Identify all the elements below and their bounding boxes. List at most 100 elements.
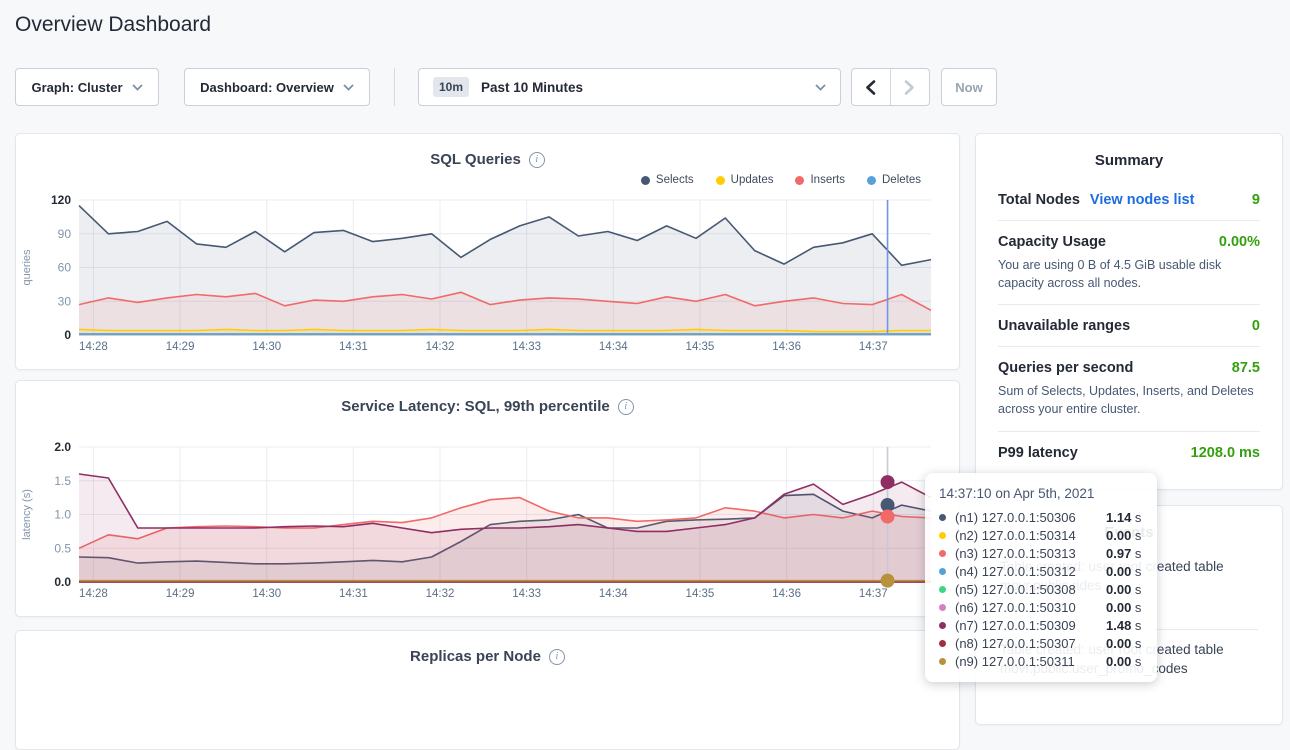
tooltip-node-value: 0.00 s (1106, 582, 1141, 597)
summary-row-capacity: Capacity Usage 0.00% You are using 0 B o… (998, 221, 1260, 305)
tooltip-node-label: (n2) 127.0.0.1:50314 (955, 528, 1106, 543)
graph-scope-label: Graph: Cluster (31, 80, 122, 95)
qps-value: 87.5 (1232, 360, 1260, 376)
info-icon[interactable]: i (618, 399, 634, 415)
legend-dot (795, 176, 804, 185)
info-icon[interactable]: i (529, 152, 545, 168)
summary-row-unavailable: Unavailable ranges 0 (998, 305, 1260, 347)
svg-text:14:33: 14:33 (512, 588, 541, 600)
dashboard-dropdown[interactable]: Dashboard: Overview (184, 68, 370, 106)
summary-row-total-nodes: Total Nodes View nodes list 9 (998, 179, 1260, 221)
svg-text:14:37: 14:37 (859, 341, 888, 353)
svg-text:14:32: 14:32 (426, 341, 455, 353)
service-latency-title: Service Latency: SQL, 99th percentile (341, 398, 609, 415)
svg-text:14:33: 14:33 (512, 341, 541, 353)
service-latency-chart[interactable]: 14:2814:2914:3014:3114:3214:3314:3414:35… (16, 439, 961, 607)
legend-label: Inserts (810, 174, 845, 186)
svg-text:90: 90 (58, 227, 72, 241)
svg-text:14:31: 14:31 (339, 588, 368, 600)
svg-text:latency (s): latency (s) (21, 489, 33, 540)
sql-queries-header: SQL Queries i (16, 134, 959, 168)
chevron-down-icon (132, 84, 143, 91)
replicas-header: Replicas per Node i (16, 631, 959, 665)
chevron-left-icon (865, 80, 876, 95)
summary-row-qps: Queries per second 87.5 Sum of Selects, … (998, 347, 1260, 431)
tooltip-time: 14:37:10 (939, 486, 992, 501)
legend-item[interactable]: Inserts (795, 174, 845, 186)
legend-item[interactable]: Deletes (867, 174, 921, 186)
capacity-usage-value: 0.00% (1219, 234, 1260, 250)
svg-text:14:28: 14:28 (79, 341, 108, 353)
legend-dot (716, 176, 725, 185)
tooltip-node-value: 0.00 s (1106, 636, 1141, 651)
time-range-badge: 10m (433, 77, 469, 97)
svg-text:14:31: 14:31 (339, 341, 368, 353)
chart-tooltip-rows: (n1) 127.0.0.1:503061.14 s(n2) 127.0.0.1… (939, 508, 1143, 670)
time-range-dropdown[interactable]: 10m Past 10 Minutes (418, 68, 841, 106)
dashboard-label: Dashboard: Overview (200, 80, 334, 95)
series-dot (939, 514, 946, 521)
legend-dot (867, 176, 876, 185)
summary-title: Summary (998, 150, 1260, 169)
replicas-per-node-card: Replicas per Node i (15, 630, 960, 750)
qps-label: Queries per second (998, 360, 1133, 376)
legend-label: Updates (731, 174, 774, 186)
service-latency-legend (16, 415, 959, 439)
svg-text:14:29: 14:29 (166, 341, 195, 353)
legend-label: Deletes (882, 174, 921, 186)
summary-row-p99: P99 latency 1208.0 ms (998, 432, 1260, 473)
svg-text:0: 0 (64, 328, 71, 342)
sql-queries-chart[interactable]: 14:2814:2914:3014:3114:3214:3314:3414:35… (16, 192, 961, 360)
legend-item[interactable]: Updates (716, 174, 774, 186)
tooltip-row: (n4) 127.0.0.1:503120.00 s (939, 562, 1143, 580)
svg-text:14:35: 14:35 (686, 341, 715, 353)
service-latency-header: Service Latency: SQL, 99th percentile i (16, 381, 959, 415)
svg-text:30: 30 (58, 294, 72, 308)
prev-range-button[interactable] (852, 69, 891, 105)
total-nodes-value: 9 (1252, 192, 1260, 208)
tooltip-node-label: (n6) 127.0.0.1:50310 (955, 600, 1106, 615)
graph-scope-dropdown[interactable]: Graph: Cluster (15, 68, 159, 106)
svg-text:14:35: 14:35 (686, 588, 715, 600)
tooltip-node-label: (n1) 127.0.0.1:50306 (955, 510, 1106, 525)
svg-text:14:34: 14:34 (599, 341, 628, 353)
tooltip-row: (n7) 127.0.0.1:503091.48 s (939, 616, 1143, 634)
svg-text:14:32: 14:32 (426, 588, 455, 600)
chart-tooltip: 14:37:10 on Apr 5th, 2021 (n1) 127.0.0.1… (925, 473, 1157, 682)
chevron-down-icon (343, 84, 354, 91)
svg-text:1.0: 1.0 (54, 508, 71, 522)
tooltip-row: (n1) 127.0.0.1:503061.14 s (939, 508, 1143, 526)
tooltip-node-label: (n5) 127.0.0.1:50308 (955, 582, 1106, 597)
svg-text:14:29: 14:29 (166, 588, 195, 600)
now-button[interactable]: Now (941, 68, 997, 106)
tooltip-row: (n3) 127.0.0.1:503130.97 s (939, 544, 1143, 562)
svg-text:120: 120 (51, 193, 71, 207)
svg-text:2.0: 2.0 (54, 440, 71, 454)
tooltip-node-value: 1.14 s (1106, 510, 1141, 525)
tooltip-node-label: (n3) 127.0.0.1:50313 (955, 546, 1106, 561)
next-range-button[interactable] (891, 69, 930, 105)
p99-latency-label: P99 latency (998, 445, 1078, 461)
series-dot (939, 658, 946, 665)
svg-text:14:30: 14:30 (252, 588, 281, 600)
view-nodes-list-link[interactable]: View nodes list (1090, 192, 1195, 208)
p99-latency-value: 1208.0 ms (1191, 445, 1260, 461)
controls-bar: Graph: Cluster Dashboard: Overview 10m P… (15, 68, 1275, 106)
capacity-usage-desc: You are using 0 B of 4.5 GiB usable disk… (998, 256, 1260, 292)
tooltip-node-value: 0.00 s (1106, 564, 1141, 579)
controls-divider (394, 68, 395, 106)
info-icon[interactable]: i (549, 649, 565, 665)
chevron-down-icon (815, 84, 826, 91)
series-dot (939, 550, 946, 557)
tooltip-node-label: (n4) 127.0.0.1:50312 (955, 564, 1106, 579)
svg-text:0.0: 0.0 (54, 575, 71, 589)
series-dot (939, 640, 946, 647)
svg-text:14:36: 14:36 (772, 588, 801, 600)
tooltip-node-value: 0.00 s (1106, 654, 1141, 669)
summary-panel: Summary Total Nodes View nodes list 9 Ca… (975, 133, 1283, 490)
tooltip-date: on Apr 5th, 2021 (995, 486, 1094, 501)
tooltip-node-value: 0.00 s (1106, 528, 1141, 543)
legend-item[interactable]: Selects (641, 174, 694, 186)
unavailable-ranges-value: 0 (1252, 318, 1260, 334)
capacity-usage-label: Capacity Usage (998, 234, 1106, 250)
